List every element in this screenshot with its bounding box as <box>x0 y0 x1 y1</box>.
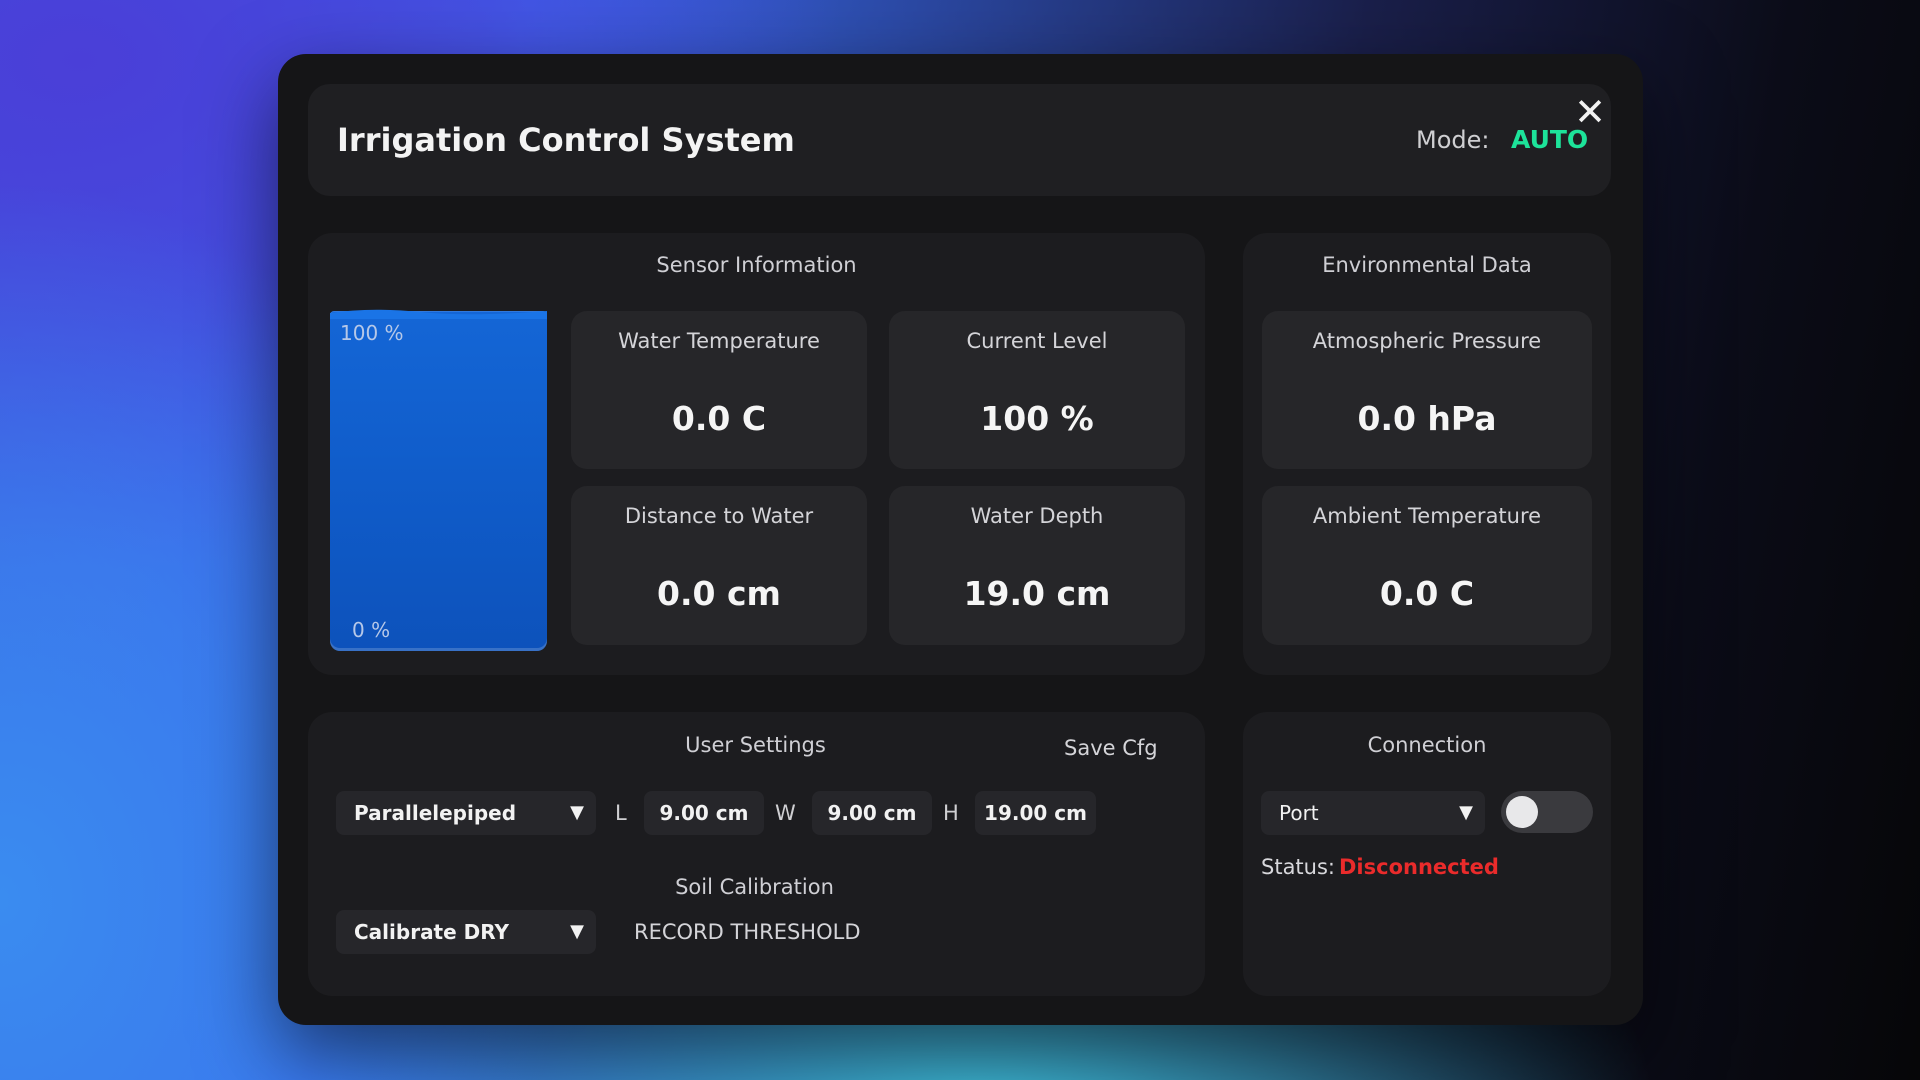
port-select[interactable]: Port ▼ <box>1261 791 1485 835</box>
water-surface <box>330 309 547 319</box>
card-label: Atmospheric Pressure <box>1312 329 1542 353</box>
chevron-down-icon: ▼ <box>1459 802 1473 823</box>
card-value: 19.0 cm <box>963 574 1111 613</box>
soil-calibration-title: Soil Calibration <box>675 875 834 899</box>
distance-to-water-card: Distance to Water 0.0 cm <box>571 486 867 645</box>
water-tank-gauge: 100 % 0 % <box>330 309 547 651</box>
connection-toggle[interactable] <box>1501 791 1593 833</box>
card-value: 0.0 C <box>1379 574 1475 613</box>
close-icon[interactable]: ✕ <box>1570 92 1610 132</box>
height-label: H <box>943 801 959 825</box>
status-label: Status: <box>1261 855 1335 879</box>
header-bar: Irrigation Control System Mode: AUTO <box>308 84 1611 196</box>
ambient-temperature-card: Ambient Temperature 0.0 C <box>1262 486 1592 645</box>
chevron-down-icon: ▼ <box>570 802 584 823</box>
atmospheric-pressure-card: Atmospheric Pressure 0.0 hPa <box>1262 311 1592 469</box>
card-label: Ambient Temperature <box>1312 504 1542 528</box>
mode-label: Mode: <box>1416 126 1490 154</box>
current-level-card: Current Level 100 % <box>889 311 1185 469</box>
status-value: Disconnected <box>1339 855 1499 879</box>
card-value: 100 % <box>980 399 1094 438</box>
card-value: 0.0 cm <box>657 574 781 613</box>
environment-panel-title: Environmental Data <box>1322 253 1532 277</box>
length-label: L <box>615 801 627 825</box>
length-field[interactable]: 9.00 cm <box>644 791 764 835</box>
port-select-value: Port <box>1279 801 1319 825</box>
shape-select[interactable]: Parallelepiped ▼ <box>336 791 596 835</box>
card-label: Distance to Water <box>624 504 814 528</box>
width-field[interactable]: 9.00 cm <box>812 791 932 835</box>
record-threshold-button[interactable]: RECORD THRESHOLD <box>634 920 861 944</box>
chevron-down-icon: ▼ <box>570 921 584 942</box>
sensor-panel-title: Sensor Information <box>656 253 857 277</box>
card-label: Current Level <box>966 329 1108 353</box>
connection-title: Connection <box>1367 733 1487 757</box>
save-config-button[interactable]: Save Cfg <box>1064 736 1158 760</box>
card-value: 0.0 C <box>671 399 767 438</box>
height-field[interactable]: 19.00 cm <box>975 791 1096 835</box>
calibration-select[interactable]: Calibrate DRY ▼ <box>336 910 596 954</box>
card-value: 0.0 hPa <box>1357 399 1497 438</box>
tank-max-label: 100 % <box>340 321 404 345</box>
calibration-select-value: Calibrate DRY <box>354 920 510 944</box>
connection-panel: Connection <box>1243 712 1611 996</box>
width-label: W <box>775 801 796 825</box>
water-temperature-card: Water Temperature 0.0 C <box>571 311 867 469</box>
app-title: Irrigation Control System <box>337 121 795 159</box>
water-depth-card: Water Depth 19.0 cm <box>889 486 1185 645</box>
card-label: Water Temperature <box>618 329 820 353</box>
shape-select-value: Parallelepiped <box>354 801 517 825</box>
tank-min-label: 0 % <box>352 618 391 642</box>
card-label: Water Depth <box>970 504 1104 528</box>
toggle-knob <box>1506 796 1538 828</box>
